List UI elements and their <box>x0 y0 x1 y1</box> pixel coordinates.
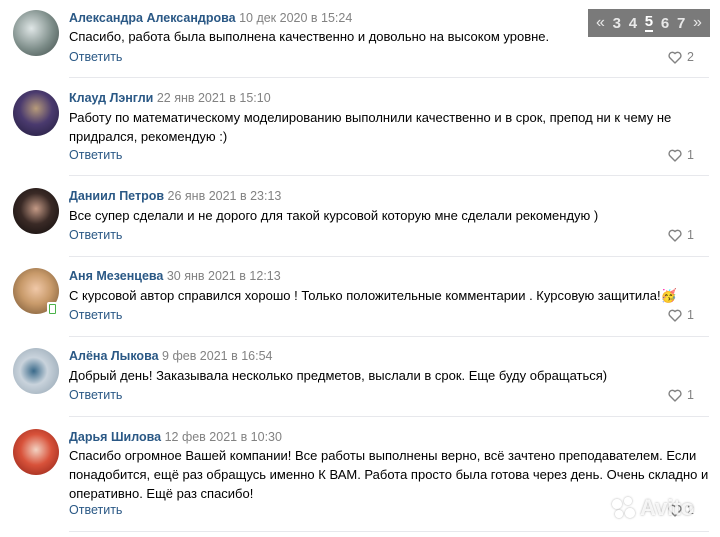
pagination-prev[interactable]: « <box>596 14 605 32</box>
comment-date[interactable]: 9 фев 2021 в 16:54 <box>162 349 272 363</box>
avito-logo-icon <box>612 497 636 519</box>
divider <box>69 336 709 337</box>
page-current: 5 <box>644 13 654 32</box>
divider <box>69 175 709 176</box>
heart-icon <box>668 309 682 322</box>
like-count: 1 <box>687 308 694 322</box>
comment-header: Дарья Шилова 12 фев 2021 в 10:30 <box>69 429 282 445</box>
heart-icon <box>668 149 682 162</box>
comment-date[interactable]: 10 дек 2020 в 15:24 <box>239 11 352 25</box>
comment-date[interactable]: 30 янв 2021 в 12:13 <box>167 269 281 283</box>
author-name[interactable]: Алёна Лыкова <box>69 349 159 363</box>
comment-date[interactable]: 22 янв 2021 в 15:10 <box>157 91 271 105</box>
divider <box>69 531 709 532</box>
like-button[interactable]: 1 <box>668 388 694 402</box>
comment-header: Алёна Лыкова 9 фев 2021 в 16:54 <box>69 348 272 364</box>
like-count: 2 <box>687 50 694 64</box>
comment-text: Работу по математическому моделированию … <box>69 110 672 144</box>
heart-icon <box>668 229 682 242</box>
divider <box>69 256 709 257</box>
comment-date[interactable]: 26 янв 2021 в 23:13 <box>168 189 282 203</box>
avatar[interactable] <box>13 10 59 56</box>
divider <box>69 416 709 417</box>
page-link[interactable]: 4 <box>629 15 637 32</box>
comment-header: Клауд Лэнгли 22 янв 2021 в 15:10 <box>69 90 271 106</box>
reply-link[interactable]: Ответить <box>69 228 122 242</box>
like-count: 1 <box>687 148 694 162</box>
divider <box>69 77 709 78</box>
avito-logo-text: Avito <box>640 495 695 520</box>
pagination: « 3 4 5 6 7 » <box>588 9 710 37</box>
page-link[interactable]: 6 <box>661 15 669 32</box>
like-count: 1 <box>687 388 694 402</box>
avatar[interactable] <box>13 90 59 136</box>
comment-date[interactable]: 12 фев 2021 в 10:30 <box>165 430 282 444</box>
like-button[interactable]: 1 <box>668 148 694 162</box>
heart-icon <box>668 389 682 402</box>
page-link[interactable]: 7 <box>677 15 685 32</box>
heart-icon <box>668 51 682 64</box>
comment-text: С курсовой автор справился хорошо ! Толь… <box>69 288 677 303</box>
like-button[interactable]: 1 <box>668 308 694 322</box>
pagination-next[interactable]: » <box>693 14 702 32</box>
author-name[interactable]: Аня Мезенцева <box>69 269 163 283</box>
avatar[interactable] <box>13 429 59 475</box>
avito-watermark: Avito <box>612 495 694 521</box>
reply-link[interactable]: Ответить <box>69 308 122 322</box>
comment-text: Все супер сделали и не дорого для такой … <box>69 208 599 223</box>
comment-text: Добрый день! Заказывала несколько предме… <box>69 368 608 383</box>
author-name[interactable]: Клауд Лэнгли <box>69 91 153 105</box>
like-count: 1 <box>687 228 694 242</box>
mobile-icon <box>47 302 57 315</box>
avatar[interactable] <box>13 188 59 234</box>
reply-link[interactable]: Ответить <box>69 50 122 64</box>
author-name[interactable]: Дарья Шилова <box>69 430 161 444</box>
reply-link[interactable]: Ответить <box>69 503 122 517</box>
comment-header: Даниил Петров 26 янв 2021 в 23:13 <box>69 188 281 204</box>
reply-link[interactable]: Ответить <box>69 148 122 162</box>
author-name[interactable]: Александра Александрова <box>69 11 236 25</box>
reply-link[interactable]: Ответить <box>69 388 122 402</box>
comment-header: Аня Мезенцева 30 янв 2021 в 12:13 <box>69 268 281 284</box>
author-name[interactable]: Даниил Петров <box>69 189 164 203</box>
like-button[interactable]: 1 <box>668 228 694 242</box>
comment-header: Александра Александрова 10 дек 2020 в 15… <box>69 10 352 26</box>
avatar[interactable] <box>13 348 59 394</box>
page-link[interactable]: 3 <box>613 15 621 32</box>
like-button[interactable]: 2 <box>668 50 694 64</box>
